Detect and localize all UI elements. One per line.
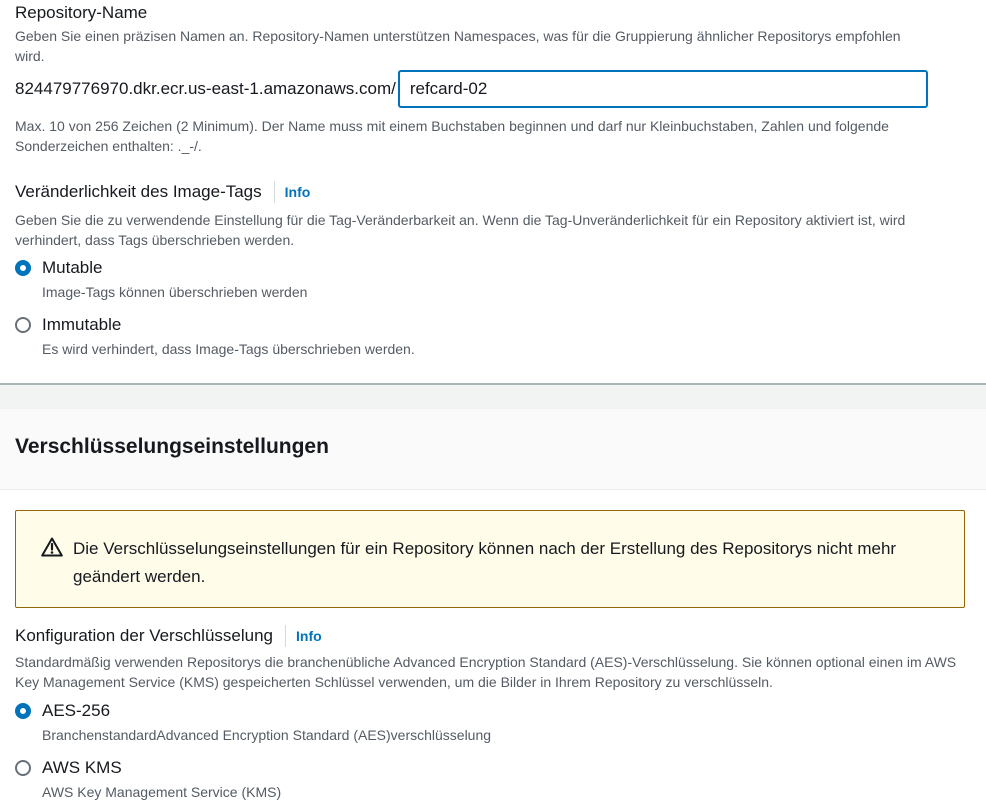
radio-mutable-description: Image-Tags können überschrieben werden: [42, 284, 308, 300]
radio-kms-label: AWS KMS: [42, 758, 122, 777]
encryption-section-header: Verschlüsselungseinstellungen: [0, 409, 986, 490]
repository-name-description: Geben Sie einen präzisen Namen an. Repos…: [15, 28, 901, 64]
radio-option-immutable[interactable]: Immutable Es wird verhindert, dass Image…: [15, 314, 415, 359]
info-divider: [285, 625, 286, 647]
encryption-config-heading: Konfiguration der Verschlüsselung: [15, 626, 273, 645]
radio-kms-unselected[interactable]: [15, 760, 31, 776]
radio-immutable-description: Es wird verhindert, dass Image-Tags über…: [42, 341, 415, 357]
info-divider: [273, 181, 275, 203]
radio-immutable-unselected[interactable]: [15, 317, 31, 333]
radio-option-mutable[interactable]: Mutable Image-Tags können überschrieben …: [15, 257, 307, 302]
radio-mutable-selected[interactable]: [15, 260, 31, 276]
radio-aes-selected[interactable]: [15, 703, 31, 719]
warning-triangle-icon: [41, 537, 63, 557]
radio-option-aes-256[interactable]: AES-256 BranchenstandardAdvanced Encrypt…: [15, 700, 491, 745]
repository-uri-row: 824479776970.dkr.ecr.us-east-1.amazonaws…: [15, 70, 928, 108]
radio-immutable-label: Immutable: [42, 315, 122, 334]
encryption-warning-alert: Die Verschlüsselungseinstellungen für ei…: [15, 510, 965, 608]
radio-option-aws-kms[interactable]: AWS KMS AWS Key Management Service (KMS): [15, 757, 281, 802]
radio-aes-label: AES-256: [42, 701, 111, 720]
repository-name-label: Repository-Name: [15, 3, 148, 22]
radio-mutable-label: Mutable: [42, 258, 103, 277]
radio-aes-description: BranchenstandardAdvanced Encryption Stan…: [42, 727, 492, 743]
encryption-section-title: Verschlüsselungseinstellungen: [15, 435, 329, 458]
repository-uri-prefix: 824479776970.dkr.ecr.us-east-1.amazonaws…: [15, 79, 396, 98]
tag-mutability-heading-row: Veränderlichkeit des Image-Tags Info: [15, 181, 310, 203]
repository-name-input[interactable]: [397, 70, 928, 108]
encryption-config-heading-row: Konfiguration der Verschlüsselung Info: [15, 625, 322, 647]
radio-kms-description: AWS Key Management Service (KMS): [42, 784, 282, 800]
tag-mutability-info-link[interactable]: Info: [285, 184, 311, 200]
tag-mutability-heading: Veränderlichkeit des Image-Tags: [15, 182, 262, 201]
repository-name-constraint: Max. 10 von 256 Zeichen (2 Minimum). Der…: [15, 118, 889, 154]
tag-mutability-description: Geben Sie die zu verwendende Einstellung…: [15, 212, 906, 248]
encryption-config-description: Standardmäßig verwenden Repositorys die …: [15, 654, 957, 690]
section-gap: [0, 385, 986, 409]
encryption-warning-text: Die Verschlüsselungseinstellungen für ei…: [73, 539, 897, 586]
encryption-config-info-link[interactable]: Info: [296, 628, 322, 644]
